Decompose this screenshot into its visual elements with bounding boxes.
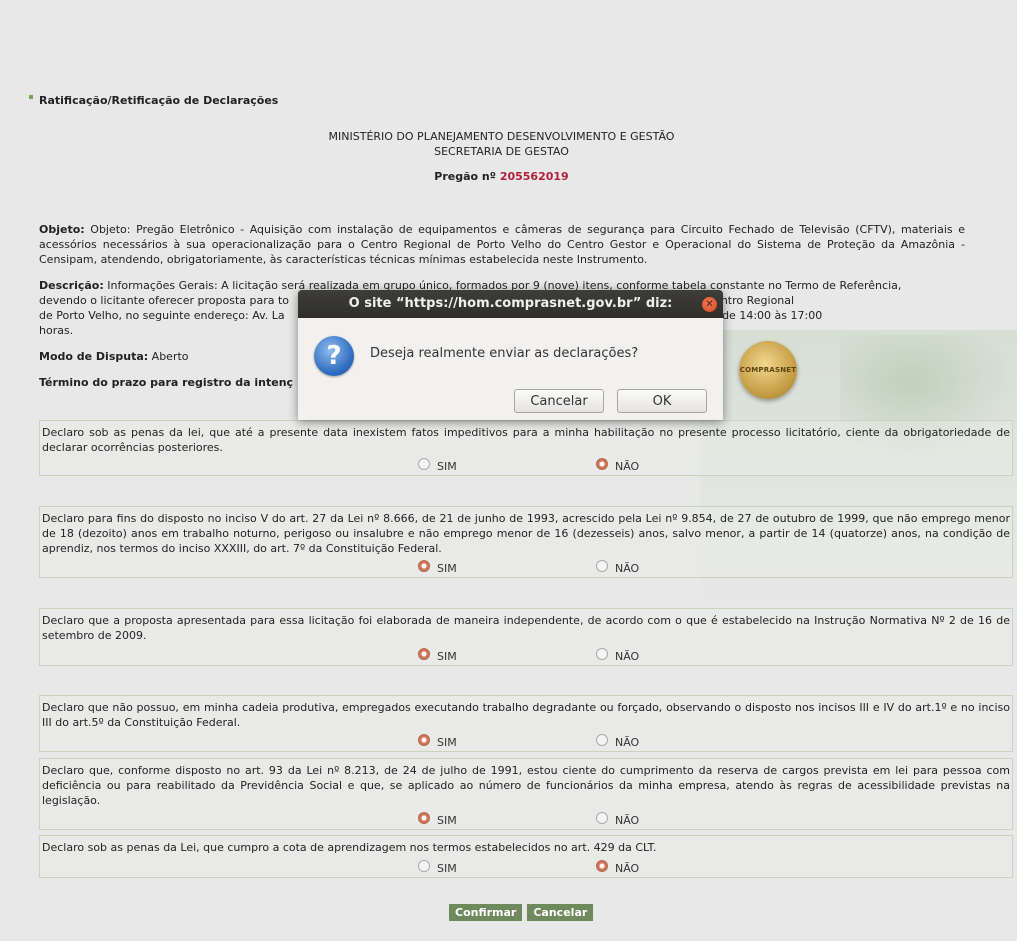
option-sim-label: SIM xyxy=(437,562,457,575)
declaration-options: SIM NÃO xyxy=(40,853,1012,875)
option-sim-label: SIM xyxy=(437,736,457,749)
secretariat-name: SECRETARIA DE GESTAO xyxy=(434,145,569,158)
option-sim-label: SIM xyxy=(437,862,457,875)
declaration-box: Declaro que a proposta apresentada para … xyxy=(39,608,1013,666)
modo-disputa-label: Modo de Disputa: xyxy=(39,350,149,363)
close-icon[interactable]: ✕ xyxy=(702,297,717,312)
descricao-label: Descrição: xyxy=(39,279,104,292)
option-nao-label: NÃO xyxy=(615,562,640,575)
declaration-box: Declaro sob as penas da lei, que até a p… xyxy=(39,420,1013,476)
termino-label: Término do prazo para registro da intenç xyxy=(39,376,294,389)
section-title: Ratificação/Retificação de Declarações xyxy=(29,94,278,107)
dialog-titlebar: O site “https://hom.comprasnet.gov.br” d… xyxy=(298,290,723,318)
option-nao[interactable]: NÃO xyxy=(596,557,639,575)
option-nao[interactable]: NÃO xyxy=(596,809,639,827)
declaration-box: Declaro para fins do disposto no inciso … xyxy=(39,506,1013,578)
radio-sim[interactable] xyxy=(418,734,430,746)
ministry-header: MINISTÉRIO DO PLANEJAMENTO DESENVOLVIMEN… xyxy=(0,129,1003,159)
option-sim[interactable]: SIM xyxy=(418,455,457,473)
radio-sim[interactable] xyxy=(418,860,430,872)
declaration-text: Declaro sob as penas da lei, que até a p… xyxy=(42,426,1010,454)
radio-nao[interactable] xyxy=(596,812,608,824)
radio-sim[interactable] xyxy=(418,458,430,470)
dialog-ok-button[interactable]: OK xyxy=(617,389,707,413)
declaration-text: Declaro para fins do disposto no inciso … xyxy=(42,512,1010,555)
pregao-number: 205562019 xyxy=(499,170,569,183)
objeto-label: Objeto: xyxy=(39,223,85,236)
declaration-text: Declaro que a proposta apresentada para … xyxy=(42,614,1010,642)
option-nao-label: NÃO xyxy=(615,460,640,473)
option-sim[interactable]: SIM xyxy=(418,731,457,749)
option-sim[interactable]: SIM xyxy=(418,645,457,663)
option-nao[interactable]: NÃO xyxy=(596,857,639,875)
radio-nao[interactable] xyxy=(596,734,608,746)
confirm-button[interactable]: Confirmar xyxy=(449,904,523,921)
radio-sim[interactable] xyxy=(418,812,430,824)
modo-disputa-value: Aberto xyxy=(151,350,189,363)
dialog-title: O site “https://hom.comprasnet.gov.br” d… xyxy=(348,296,673,311)
radio-nao[interactable] xyxy=(596,648,608,660)
objeto-text: Objeto: Pregão Eletrônico - Aquisição co… xyxy=(39,223,966,266)
option-nao-label: NÃO xyxy=(615,736,640,749)
dialog-message: Deseja realmente enviar as declarações? xyxy=(370,346,639,361)
declaration-text: Declaro que, conforme disposto no art. 9… xyxy=(42,764,1010,807)
radio-sim[interactable] xyxy=(418,648,430,660)
objeto-paragraph: Objeto: Objeto: Pregão Eletrônico - Aqui… xyxy=(39,222,965,267)
declaration-text: Declaro que não possuo, em minha cadeia … xyxy=(42,701,1010,729)
radio-nao[interactable] xyxy=(596,560,608,572)
confirm-dialog: O site “https://hom.comprasnet.gov.br” d… xyxy=(298,290,723,420)
form-actions: Confirmar Cancelar xyxy=(449,904,594,921)
declaration-options: SIM NÃO xyxy=(40,553,1012,575)
declaration-options: SIM NÃO xyxy=(40,727,1012,749)
option-sim[interactable]: SIM xyxy=(418,557,457,575)
option-nao[interactable]: NÃO xyxy=(596,645,639,663)
question-icon: ? xyxy=(314,336,354,376)
option-nao[interactable]: NÃO xyxy=(596,455,639,473)
option-sim[interactable]: SIM xyxy=(418,857,457,875)
radio-sim[interactable] xyxy=(418,560,430,572)
option-nao[interactable]: NÃO xyxy=(596,731,639,749)
bullet-icon xyxy=(29,95,33,99)
option-sim[interactable]: SIM xyxy=(418,809,457,827)
seal-text: COMPRASNET xyxy=(739,366,797,374)
option-sim-label: SIM xyxy=(437,814,457,827)
cancel-button[interactable]: Cancelar xyxy=(527,904,594,921)
pregao-label: Pregão nº xyxy=(434,170,496,183)
option-sim-label: SIM xyxy=(437,650,457,663)
declaration-options: SIM NÃO xyxy=(40,805,1012,827)
radio-nao[interactable] xyxy=(596,860,608,872)
declaration-options: SIM NÃO xyxy=(40,641,1012,663)
option-nao-label: NÃO xyxy=(615,814,640,827)
ministry-name: MINISTÉRIO DO PLANEJAMENTO DESENVOLVIMEN… xyxy=(328,130,675,143)
dialog-cancel-button[interactable]: Cancelar xyxy=(514,389,604,413)
pregao-title: Pregão nº 205562019 xyxy=(0,170,1003,183)
radio-nao[interactable] xyxy=(596,458,608,470)
option-sim-label: SIM xyxy=(437,460,457,473)
declaration-options: SIM NÃO xyxy=(40,451,1012,473)
declaration-box: Declaro que não possuo, em minha cadeia … xyxy=(39,695,1013,752)
option-nao-label: NÃO xyxy=(615,650,640,663)
declaration-box: Declaro sob as penas da Lei, que cumpro … xyxy=(39,835,1013,878)
option-nao-label: NÃO xyxy=(615,862,640,875)
declaration-box: Declaro que, conforme disposto no art. 9… xyxy=(39,758,1013,830)
